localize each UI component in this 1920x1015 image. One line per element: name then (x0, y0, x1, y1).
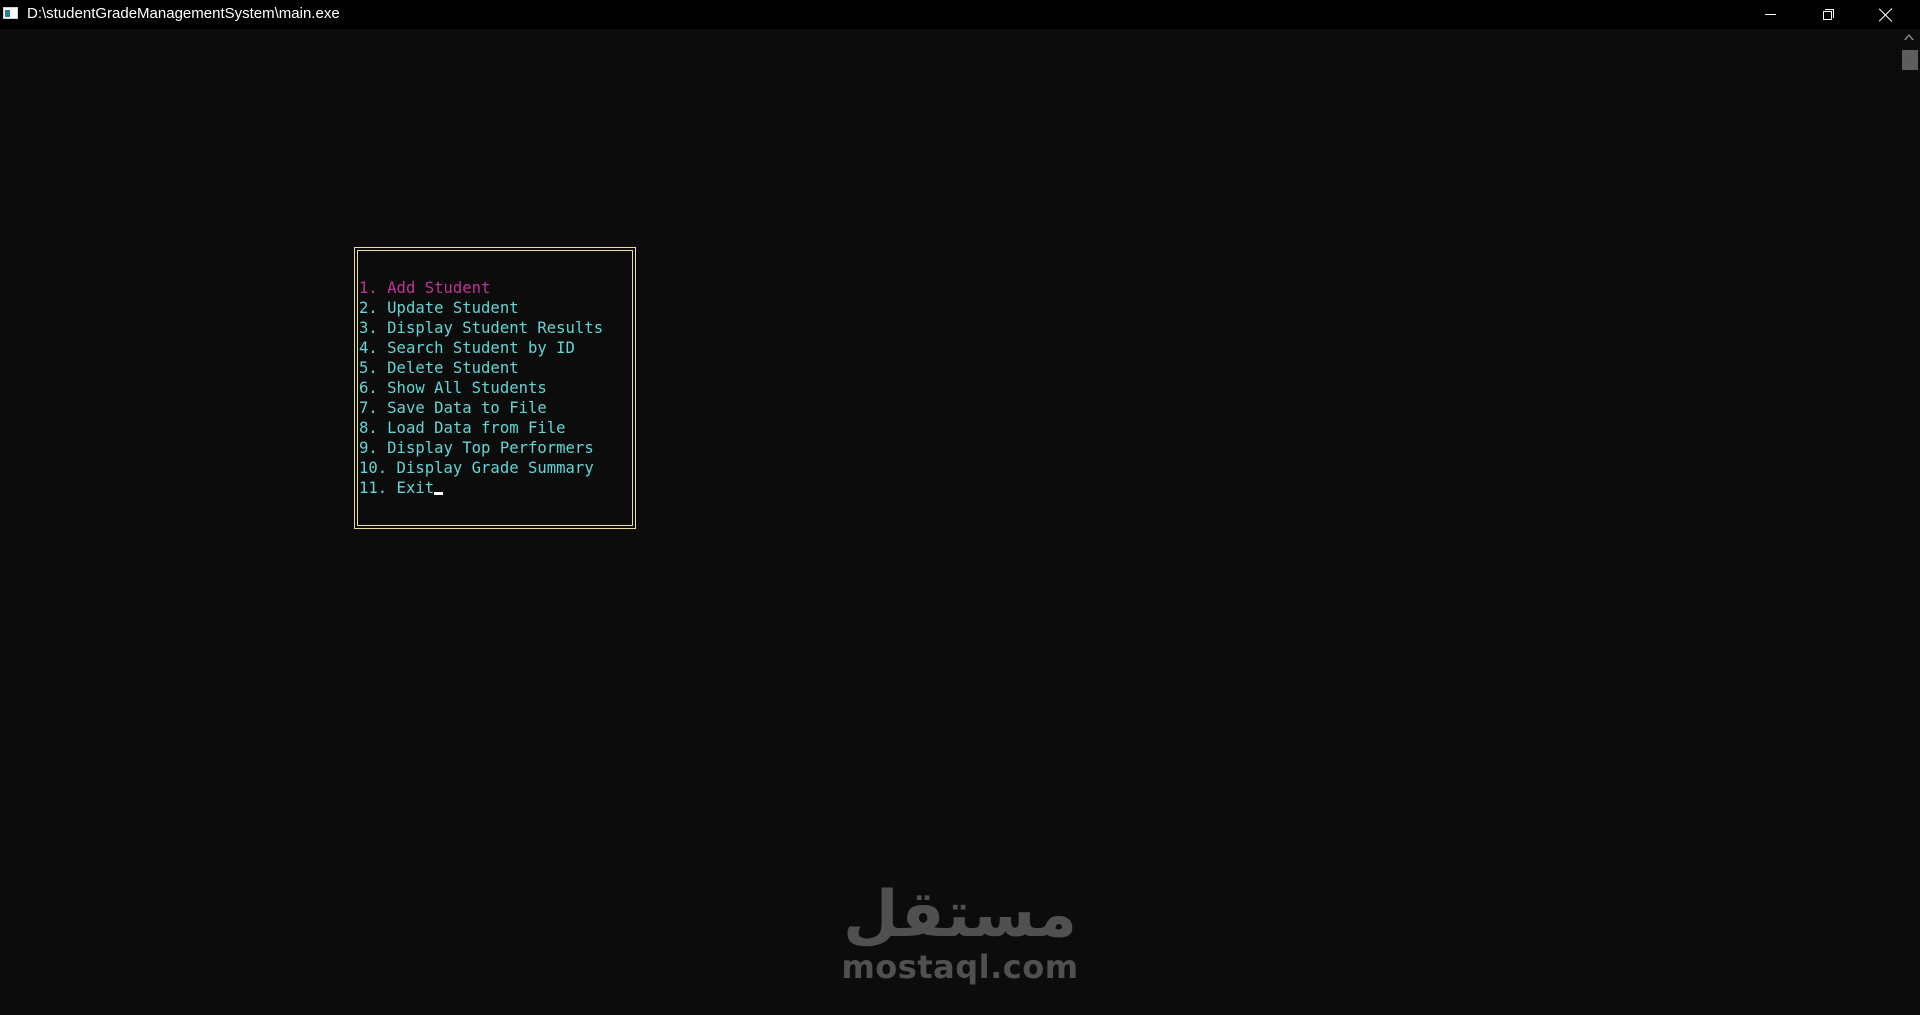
menu-item-grade-summary[interactable]: 10. Display Grade Summary (359, 458, 603, 478)
minimize-icon (1764, 14, 1776, 15)
watermark-arabic: مستقل (842, 878, 1078, 952)
window-title: D:\studentGradeManagementSystem\main.exe (27, 5, 340, 22)
menu-item-update-student[interactable]: 2. Update Student (359, 298, 603, 318)
console-window: D:\studentGradeManagementSystem\main.exe… (0, 0, 1920, 1015)
scroll-up-arrow-icon[interactable] (1904, 34, 1914, 40)
text-cursor (434, 492, 444, 495)
scroll-thumb[interactable] (1902, 50, 1918, 70)
close-icon (1879, 8, 1893, 22)
restore-button[interactable] (1799, 0, 1857, 29)
title-bar[interactable]: D:\studentGradeManagementSystem\main.exe (0, 0, 1920, 29)
menu-item-display-results[interactable]: 3. Display Student Results (359, 318, 603, 338)
close-button[interactable] (1857, 0, 1915, 29)
menu-item-exit[interactable]: 11. Exit (359, 478, 603, 498)
restore-icon (1822, 9, 1834, 20)
menu-item-save-data[interactable]: 7. Save Data to File (359, 398, 603, 418)
console-app-icon[interactable] (3, 7, 18, 19)
watermark: مستقل mostaql.com (820, 880, 1100, 1000)
watermark-latin: mostaql.com (841, 948, 1079, 986)
menu-item-top-performers[interactable]: 9. Display Top Performers (359, 438, 603, 458)
menu-item-search-student[interactable]: 4. Search Student by ID (359, 338, 603, 358)
vertical-scrollbar[interactable] (1898, 29, 1920, 1015)
main-menu[interactable]: 1. Add Student 2. Update Student 3. Disp… (359, 278, 603, 498)
minimize-button[interactable] (1741, 0, 1799, 29)
menu-item-add-student[interactable]: 1. Add Student (359, 278, 603, 298)
menu-item-delete-student[interactable]: 5. Delete Student (359, 358, 603, 378)
menu-item-show-all[interactable]: 6. Show All Students (359, 378, 603, 398)
console-output[interactable]: 1. Add Student 2. Update Student 3. Disp… (0, 29, 1898, 1015)
menu-item-load-data[interactable]: 8. Load Data from File (359, 418, 603, 438)
